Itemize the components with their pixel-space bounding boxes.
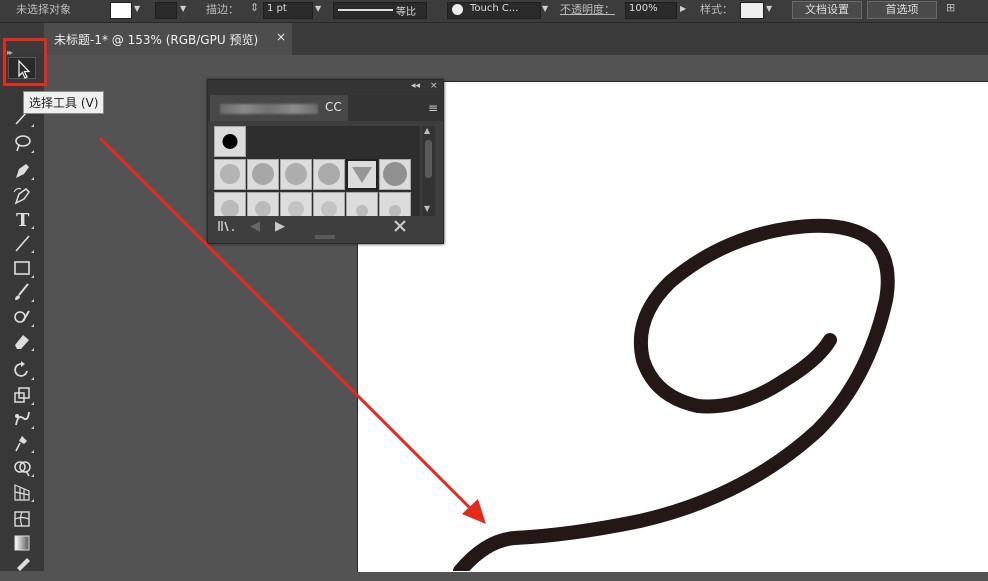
scale-tool-button[interactable] (8, 384, 36, 406)
obscured-library-name (220, 104, 318, 114)
fill-swatch[interactable] (110, 2, 132, 19)
scroll-up-icon[interactable]: ▲ (424, 126, 430, 135)
stepper-icon[interactable]: ⇕ (250, 1, 259, 14)
panel-menu-icon[interactable]: ≡ (428, 101, 438, 115)
tab-document[interactable]: 未标题-1* @ 153% (RGB/GPU 预览) × (44, 23, 292, 55)
resize-grip[interactable] (315, 235, 335, 239)
brush-swatch[interactable] (313, 192, 345, 216)
collapse-panel-icon[interactable]: ◂◂ (411, 81, 420, 91)
chevron-down-icon[interactable]: ▼ (134, 4, 140, 13)
opacity-field[interactable]: 100% (625, 2, 677, 19)
brush-swatch[interactable] (214, 192, 246, 216)
line-tool-button[interactable] (8, 232, 36, 254)
eyedropper-icon (17, 558, 30, 571)
svg-text:T: T (16, 210, 30, 230)
style-swatch[interactable] (740, 2, 764, 19)
chevron-down-icon[interactable]: ▼ (180, 4, 186, 13)
stroke-label: 描边： (206, 3, 239, 16)
brush-swatch[interactable] (247, 192, 279, 216)
chevron-down-icon[interactable]: ▼ (542, 4, 548, 13)
brush-swatch[interactable] (280, 192, 312, 216)
stroke-weight-field[interactable]: 1 pt (263, 2, 313, 19)
rectangle-tool-button[interactable] (8, 257, 36, 279)
eyedropper-tool-button[interactable] (8, 555, 36, 577)
brush-swatch[interactable] (346, 192, 378, 216)
shaper-tool-button[interactable] (8, 306, 36, 328)
brush-swatch[interactable] (379, 159, 411, 190)
stroke-swatch[interactable] (155, 2, 177, 19)
preferences-button[interactable]: 首选项 (867, 1, 937, 19)
panel-scrollbar[interactable]: ▲ ▼ (422, 126, 435, 216)
chevron-down-icon[interactable]: ▼ (766, 4, 772, 13)
brush-definition[interactable]: Touch C... (447, 2, 541, 19)
variable-width-profile[interactable]: 等比 (333, 2, 427, 19)
paintbrush-tool-button[interactable] (8, 281, 36, 303)
brush-swatch[interactable] (379, 192, 411, 216)
brush-library-panel: ◂◂ × CC ≡ ▲ ▼ ◀ ▶ (207, 79, 444, 244)
brush-swatch-selected[interactable] (346, 159, 378, 190)
tab-brush-library[interactable]: CC (210, 95, 348, 121)
library-menu-icon[interactable] (218, 219, 236, 237)
pen-tool-button[interactable] (8, 159, 36, 181)
document-tab-title: 未标题-1* @ 153% (RGB/GPU 预览) (54, 33, 259, 47)
gradient-tool-button[interactable] (8, 532, 36, 554)
curvature-tool-button[interactable] (8, 184, 36, 206)
highlight-frame (3, 38, 47, 86)
brush-swatch-grid (214, 126, 420, 216)
tools-panel: T (0, 55, 44, 571)
eraser-tool-button[interactable] (8, 330, 36, 352)
rotate-tool-button[interactable] (8, 359, 36, 381)
warp-tool-button[interactable] (8, 408, 36, 430)
style-label: 样式： (700, 3, 733, 16)
panel-header: ◂◂ × (208, 80, 443, 95)
scroll-down-icon[interactable]: ▼ (424, 204, 430, 213)
artboard[interactable] (357, 81, 988, 572)
brush-swatch[interactable] (247, 159, 279, 190)
brush-swatch[interactable] (214, 126, 246, 157)
selection-status: 未选择对象 (16, 3, 71, 16)
type-tool-button[interactable]: T (8, 208, 36, 231)
document-setup-button[interactable]: 文档设置 (792, 1, 862, 19)
opacity-label[interactable]: 不透明度： (560, 1, 615, 17)
tools-icon[interactable] (393, 219, 407, 237)
shape-builder-tool-button[interactable] (8, 456, 36, 478)
mesh-tool-button[interactable] (8, 508, 36, 530)
chevron-down-icon[interactable]: ▼ (315, 4, 321, 13)
curvature-pen-icon (13, 187, 30, 205)
panel-tab-strip: CC ≡ (208, 95, 443, 121)
brush-library-tab-label: CC (325, 100, 342, 114)
perspective-grid-tool-button[interactable] (8, 481, 36, 503)
control-bar: 未选择对象 ▼ ▼ 描边： ⇕ 1 pt ▼ 等比 Touch C... ▼ 不… (0, 0, 988, 23)
selection-tool-tooltip: 选择工具 (V) (23, 91, 105, 114)
mesh-icon (14, 511, 30, 527)
close-icon[interactable]: × (276, 30, 286, 44)
lasso-tool-button[interactable] (8, 132, 36, 154)
next-library-icon[interactable]: ▶ (275, 219, 285, 234)
brush-swatch[interactable] (214, 159, 246, 190)
scroll-thumb[interactable] (425, 140, 432, 178)
document-tab-bar: ▸▸ 未标题-1* @ 153% (RGB/GPU 预览) × (0, 23, 988, 57)
chevron-right-icon[interactable]: ▶ (680, 4, 686, 13)
gradient-icon (14, 535, 30, 551)
previous-library-icon[interactable]: ◀ (250, 219, 260, 234)
puppet-warp-tool-button[interactable] (8, 432, 36, 454)
arrange-icon[interactable]: ⊞ (946, 1, 955, 14)
close-panel-icon[interactable]: × (430, 81, 438, 91)
brush-swatch[interactable] (280, 159, 312, 190)
brush-swatch[interactable] (313, 159, 345, 190)
